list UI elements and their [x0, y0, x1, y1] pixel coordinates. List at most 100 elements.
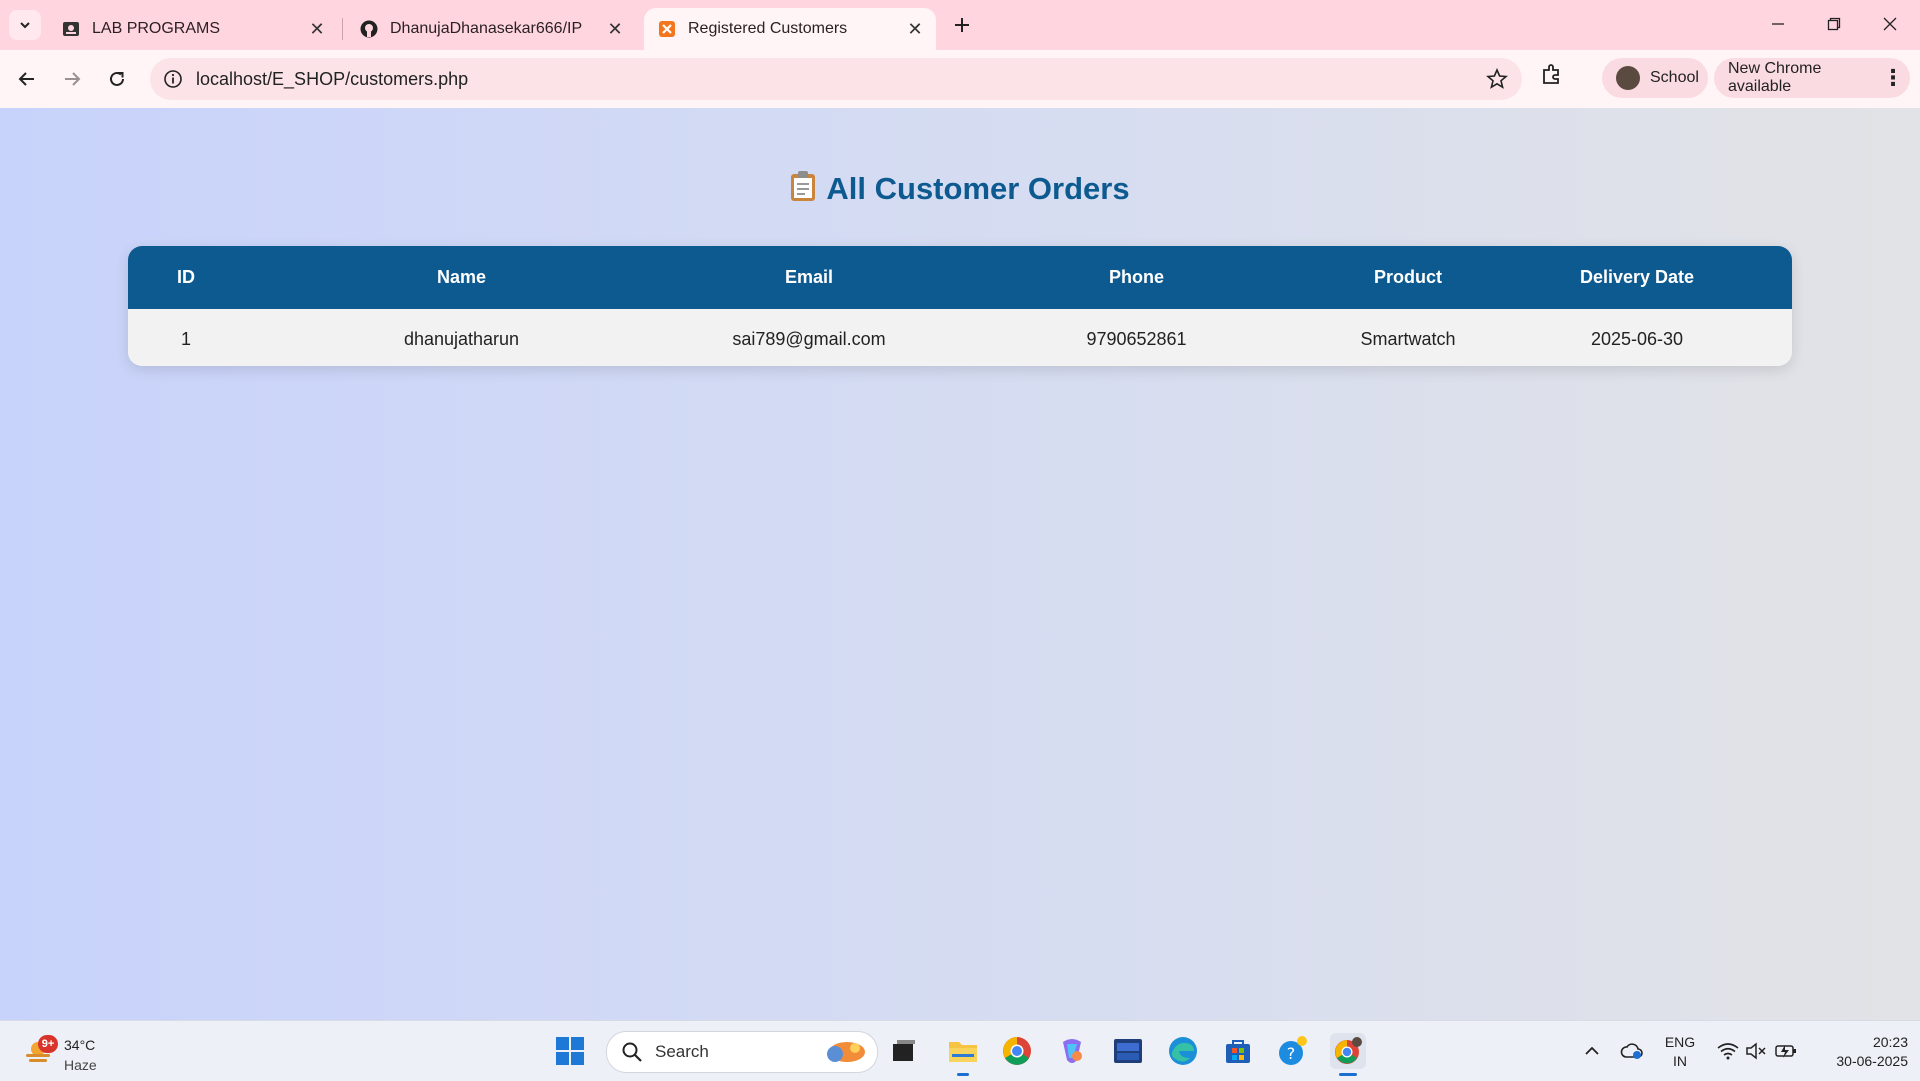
chevron-up-icon [1585, 1046, 1599, 1055]
browser-titlebar: LAB PROGRAMS ✕ DhanujaDhanasekar666/IP ✕… [0, 0, 1920, 50]
search-placeholder: Search [655, 1042, 709, 1061]
profile-button[interactable]: School [1602, 58, 1708, 98]
new-tab-button[interactable] [947, 10, 977, 40]
page-content: All Customer Orders ID Name Email Phone … [0, 108, 1920, 1020]
clock-time: 20:23 [1872, 1034, 1908, 1050]
column-header-product: Product [1334, 246, 1482, 309]
help-button[interactable]: ? [1275, 1033, 1311, 1069]
chevron-down-icon [20, 22, 30, 29]
chrome-active-button[interactable] [1330, 1033, 1366, 1069]
cell-email: sai789@gmail.com [679, 309, 939, 366]
lang-line2: IN [1673, 1053, 1687, 1069]
clock-date: 30-06-2025 [1836, 1053, 1908, 1069]
tab-registered-customers[interactable]: Registered Customers ✕ [644, 8, 936, 50]
clipboard-icon [790, 170, 816, 210]
chrome-profile-icon [1335, 1037, 1362, 1064]
copilot-button[interactable] [1054, 1033, 1090, 1069]
windows-taskbar: 9+ 34°C Haze Search ? ENG IN 20:23 30-06… [0, 1020, 1920, 1081]
arrow-left-icon [18, 72, 34, 86]
table-row: 1 dhanujatharun sai789@gmail.com 9790652… [128, 309, 1792, 366]
windows-logo-icon [556, 1037, 584, 1065]
weather-widget[interactable]: 9+ 34°C Haze [20, 1029, 140, 1073]
cell-product: Smartwatch [1334, 309, 1482, 366]
close-icon [1883, 17, 1897, 31]
minimize-icon [1772, 23, 1784, 25]
start-button[interactable] [552, 1033, 588, 1069]
chrome-update-button[interactable]: New Chrome available ⋮ [1714, 58, 1910, 98]
plus-icon [955, 18, 969, 32]
chrome-button[interactable] [999, 1033, 1035, 1069]
notification-badge: 9+ [38, 1035, 58, 1053]
profile-label: School [1650, 69, 1699, 86]
avatar [1616, 66, 1640, 90]
column-header-email: Email [679, 246, 939, 309]
cell-id: 1 [128, 309, 244, 366]
cell-name: dhanujatharun [244, 309, 679, 366]
column-header-name: Name [244, 246, 679, 309]
restore-icon [1827, 17, 1841, 31]
column-header-id: ID [128, 246, 244, 309]
extensions-icon[interactable] [1540, 62, 1564, 91]
input-language[interactable]: ENG IN [1656, 1033, 1704, 1071]
arrow-right-icon [65, 72, 81, 86]
folder-icon [949, 1042, 977, 1062]
running-indicator [957, 1073, 969, 1076]
chrome-icon [1003, 1037, 1031, 1065]
close-tab-icon[interactable]: ✕ [304, 16, 330, 42]
taskbar-search[interactable]: Search [606, 1031, 878, 1073]
customer-orders-table: ID Name Email Phone Product Delivery Dat… [128, 246, 1792, 366]
tab-label: DhanujaDhanasekar666/IP [390, 20, 583, 37]
dev-icon [1114, 1039, 1142, 1063]
active-indicator [1339, 1073, 1357, 1076]
update-label: New Chrome available [1728, 60, 1822, 95]
wifi-icon [1717, 1043, 1739, 1060]
cloud-icon [1620, 1043, 1643, 1059]
tab-search-button[interactable] [9, 10, 41, 40]
file-explorer-button[interactable] [945, 1033, 981, 1069]
battery-charging-icon [1775, 1045, 1796, 1058]
page-title-text: All Customer Orders [826, 171, 1130, 206]
show-hidden-icons-button[interactable] [1574, 1033, 1610, 1069]
github-icon [360, 20, 378, 38]
tab-lab-programs[interactable]: LAB PROGRAMS ✕ [48, 8, 338, 50]
site-info-icon[interactable] [162, 68, 184, 90]
help-icon: ? [1279, 1036, 1307, 1065]
forward-button[interactable] [55, 62, 89, 96]
reload-icon [110, 71, 124, 86]
edge-icon [1169, 1037, 1197, 1065]
store-icon [1226, 1040, 1250, 1063]
tab-label: LAB PROGRAMS [92, 20, 221, 37]
devhome-button[interactable] [1110, 1033, 1146, 1069]
close-window-button[interactable] [1862, 6, 1918, 42]
store-button[interactable] [1220, 1033, 1256, 1069]
bookmark-star-icon[interactable] [1486, 67, 1508, 95]
battery-status[interactable] [1768, 1033, 1804, 1069]
close-tab-icon[interactable]: ✕ [602, 16, 628, 42]
edge-button[interactable] [1165, 1033, 1201, 1069]
reload-button[interactable] [100, 62, 134, 96]
tab-label: Registered Customers [688, 20, 848, 37]
weather-temp: 34°C [64, 1037, 96, 1053]
volume-muted-icon [1746, 1042, 1766, 1060]
close-tab-icon[interactable]: ✕ [902, 16, 928, 42]
search-icon [622, 1042, 642, 1062]
url-text: localhost/E_SHOP/customers.php [196, 68, 469, 89]
task-view-button[interactable] [886, 1033, 922, 1069]
minimize-button[interactable] [1750, 6, 1806, 42]
xampp-icon [658, 20, 676, 38]
tab-separator [342, 18, 343, 40]
tab-github[interactable]: DhanujaDhanasekar666/IP ✕ [346, 8, 636, 50]
table-header-row: ID Name Email Phone Product Delivery Dat… [128, 246, 1792, 309]
lang-line1: ENG [1664, 1034, 1696, 1050]
cell-phone: 9790652861 [939, 309, 1334, 366]
page-title: All Customer Orders [0, 170, 1920, 210]
restore-button[interactable] [1806, 6, 1862, 42]
back-button[interactable] [10, 62, 44, 96]
copilot-icon [1063, 1039, 1082, 1063]
address-bar[interactable]: localhost/E_SHOP/customers.php [150, 58, 1522, 100]
search-highlight-icon [827, 1042, 865, 1062]
onedrive-button[interactable] [1614, 1033, 1650, 1069]
more-menu-icon[interactable]: ⋮ [1882, 65, 1904, 91]
system-clock[interactable]: 20:23 30-06-2025 [1808, 1033, 1908, 1071]
weather-condition: Haze [64, 1057, 97, 1073]
